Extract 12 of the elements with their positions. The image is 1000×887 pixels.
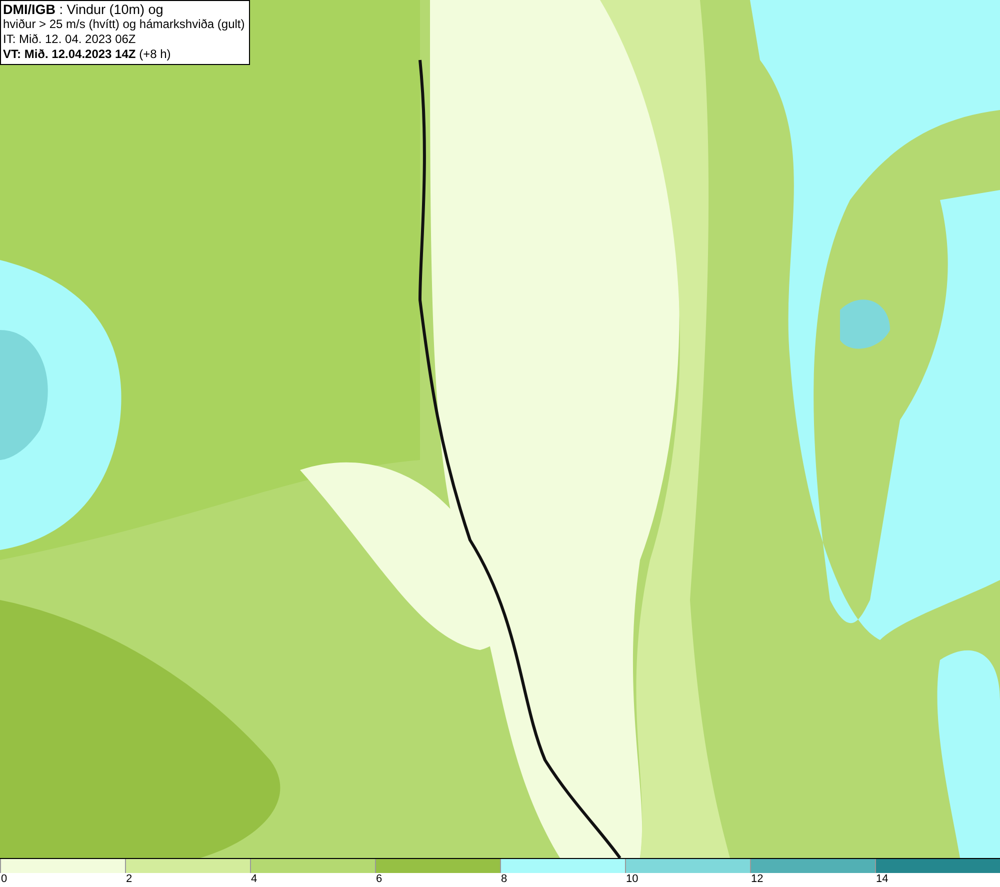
legend-label: 0 — [0, 873, 8, 886]
title-line: DMI/IGB : Vindur (10m) og — [3, 2, 164, 17]
title-line: VT: Mið. 12.04.2023 14Z (+8 h) — [3, 47, 172, 62]
legend-label: 4 — [250, 873, 258, 886]
title-line: IT: Mið. 12. 04. 2023 06Z — [3, 32, 137, 47]
legend-label: 10 — [625, 873, 638, 886]
legend-label: 12 — [750, 873, 764, 886]
legend-label: 8 — [500, 873, 508, 886]
legend-label: 6 — [375, 873, 382, 886]
legend-label: 2 — [125, 873, 132, 886]
legend-label: 14 — [875, 873, 888, 886]
title-line: hviður > 25 m/s (hvítt) og hámarkshviða (gult) — [3, 17, 245, 32]
